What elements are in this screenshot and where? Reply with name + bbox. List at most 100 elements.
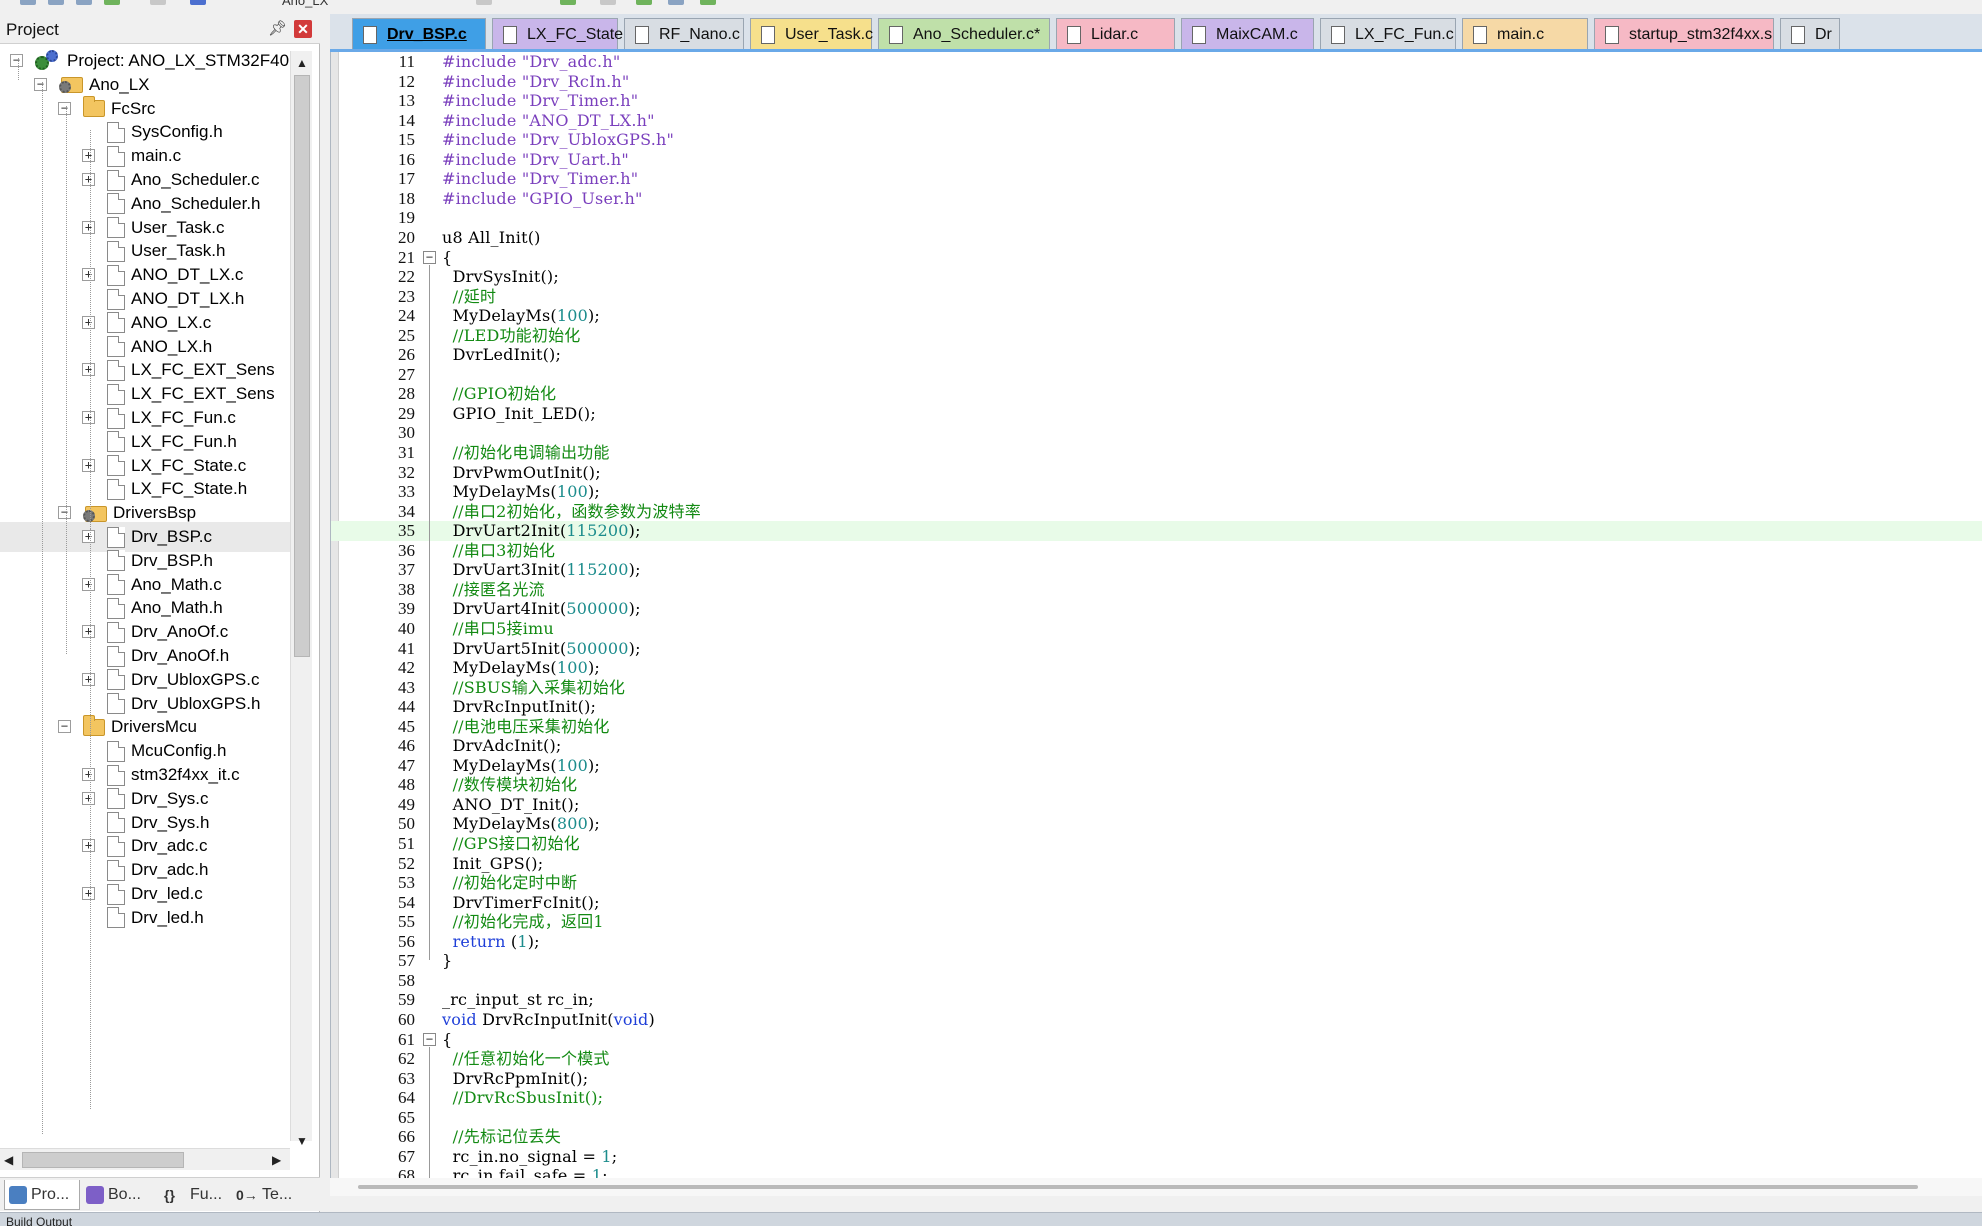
code-line[interactable]: 54 DrvTimerFcInit(); — [331, 893, 1982, 913]
editor-tab[interactable]: Drv_BSP.c — [352, 18, 486, 49]
code-line[interactable]: 17 #include "Drv_Timer.h" — [331, 169, 1982, 189]
expand-icon[interactable]: + — [82, 149, 95, 163]
code-line[interactable]: 47 MyDelayMs(100); — [331, 756, 1982, 776]
editor-tab[interactable]: RF_Nano.c — [624, 18, 744, 49]
toolbar-icon[interactable] — [668, 0, 684, 5]
code-line[interactable]: 18 #include "GPIO_User.h" — [331, 189, 1982, 209]
toolbar-icon[interactable] — [104, 0, 120, 5]
scroll-down-icon[interactable]: ▼ — [294, 1133, 310, 1149]
code-line[interactable]: 15 #include "Drv_UbloxGPS.h" — [331, 130, 1982, 150]
code-line[interactable]: 66 //先标记位丢失 — [331, 1127, 1982, 1147]
code-line[interactable]: 64 //DrvRcSbusInit(); — [331, 1088, 1982, 1108]
code-line[interactable]: 52 Init_GPS(); — [331, 854, 1982, 874]
scroll-left-icon[interactable]: ◀ — [4, 1152, 18, 1168]
editor-tab[interactable]: startup_stm32f4xx.s — [1594, 18, 1774, 49]
code-line[interactable]: 23 //延时 — [331, 287, 1982, 307]
code-line[interactable]: 62 //任意初始化一个模式 — [331, 1049, 1982, 1069]
expand-icon[interactable]: + — [82, 530, 95, 543]
expand-icon[interactable]: + — [82, 839, 95, 853]
collapse-icon[interactable]: − — [10, 54, 23, 67]
code-line[interactable]: 49 ANO_DT_Init(); — [331, 795, 1982, 815]
code-line[interactable]: 51 //GPS接口初始化 — [331, 834, 1982, 854]
code-line[interactable]: 53 //初始化定时中断 — [331, 873, 1982, 893]
code-line[interactable]: 61−{ — [331, 1030, 1982, 1050]
code-line[interactable]: 43 //SBUS输入采集初始化 — [331, 678, 1982, 698]
expand-icon[interactable]: + — [82, 411, 95, 424]
pane-tab-templates[interactable]: 0→ Te... — [232, 1180, 302, 1210]
toolbar-icon[interactable] — [48, 0, 64, 5]
pin-icon[interactable]: 📌︎ — [268, 20, 287, 38]
code-line[interactable]: 14 #include "ANO_DT_LX.h" — [331, 111, 1982, 131]
scroll-thumb[interactable] — [294, 75, 310, 657]
editor-tab[interactable]: LX_FC_Fun.c — [1320, 18, 1456, 49]
toolbar-icon[interactable] — [700, 0, 716, 5]
code-line[interactable]: 33 MyDelayMs(100); — [331, 482, 1982, 502]
editor-tab[interactable]: Ano_Scheduler.c* — [878, 18, 1050, 49]
code-line[interactable]: 20 u8 All_Init() — [331, 228, 1982, 248]
expand-icon[interactable]: + — [82, 887, 95, 900]
expand-icon[interactable]: + — [82, 315, 95, 329]
code-line[interactable]: 12 #include "Drv_RcIn.h" — [331, 72, 1982, 92]
collapse-icon[interactable]: − — [34, 77, 47, 91]
code-line[interactable]: 31 //初始化电调输出功能 — [331, 443, 1982, 463]
tree-file-item[interactable]: Drv_led.h — [0, 903, 290, 933]
editor-tab[interactable]: main.c — [1462, 18, 1588, 49]
expand-icon[interactable]: + — [82, 768, 95, 781]
code-line[interactable]: 63 DrvRcPpmInit(); — [331, 1069, 1982, 1089]
code-line[interactable]: 26 DvrLedInit(); — [331, 345, 1982, 365]
code-line[interactable]: 45 //电池电压采集初始化 — [331, 717, 1982, 737]
code-line[interactable]: 58 — [331, 971, 1982, 991]
editor-tab[interactable]: Lidar.c — [1056, 18, 1175, 49]
code-line[interactable]: 48 //数传模块初始化 — [331, 775, 1982, 795]
toolbar-icon[interactable] — [150, 0, 166, 5]
code-line[interactable]: 27 — [331, 365, 1982, 385]
code-line[interactable]: 34 //串口2初始化，函数参数为波特率 — [331, 502, 1982, 522]
collapse-icon[interactable]: − — [58, 101, 71, 115]
expand-icon[interactable]: + — [82, 363, 95, 377]
toolbar-icon[interactable] — [190, 0, 206, 5]
scroll-thumb[interactable] — [358, 1185, 1918, 1189]
expand-icon[interactable]: + — [82, 625, 95, 639]
code-editor[interactable]: 11 #include "Drv_adc.h" 12 #include "Drv_Rc… — [330, 52, 1982, 1195]
code-line[interactable]: 65 — [331, 1108, 1982, 1128]
toolbar-icon[interactable] — [636, 0, 652, 5]
expand-icon[interactable]: + — [82, 458, 95, 472]
tree-horizontal-scrollbar[interactable]: ◀ ▶ — [0, 1148, 290, 1170]
collapse-icon[interactable]: − — [58, 506, 71, 520]
code-line[interactable]: 16 #include "Drv_Uart.h" — [331, 150, 1982, 170]
toolbar-icon[interactable] — [76, 0, 92, 5]
pane-tab-books[interactable]: Bo... — [82, 1180, 158, 1210]
code-line[interactable]: 19 — [331, 208, 1982, 228]
pane-tab-functions[interactable]: {} Fu... — [160, 1180, 230, 1210]
editor-tab[interactable]: Dr — [1780, 18, 1840, 49]
editor-tab[interactable]: LX_FC_State.c — [492, 18, 636, 49]
code-line[interactable]: 40 //串口5接imu — [331, 619, 1982, 639]
code-line[interactable]: 22 DrvSysInit(); — [331, 267, 1982, 287]
expand-icon[interactable]: + — [82, 577, 95, 591]
code-line[interactable]: 55 //初始化完成，返回1 — [331, 912, 1982, 932]
code-line[interactable]: 37 DrvUart3Init(115200); — [331, 560, 1982, 580]
code-line[interactable]: 13 #include "Drv_Timer.h" — [331, 91, 1982, 111]
code-line[interactable]: 41 DrvUart5Init(500000); — [331, 639, 1982, 659]
toolbar-icon[interactable] — [600, 0, 616, 5]
target-select[interactable]: Ano_LX — [282, 0, 328, 8]
code-line[interactable]: 42 MyDelayMs(100); — [331, 658, 1982, 678]
pane-tab-project[interactable]: Pro... — [4, 1180, 80, 1210]
expand-icon[interactable]: + — [82, 173, 95, 186]
code-line[interactable]: 50 MyDelayMs(800); — [331, 814, 1982, 834]
code-line[interactable]: 11 #include "Drv_adc.h" — [331, 52, 1982, 72]
collapse-icon[interactable]: − — [58, 720, 71, 734]
code-line[interactable]: 39 DrvUart4Init(500000); — [331, 599, 1982, 619]
expand-icon[interactable]: + — [82, 268, 95, 282]
code-line[interactable]: 59 _rc_input_st rc_in; — [331, 990, 1982, 1010]
code-line[interactable]: 24 MyDelayMs(100); — [331, 306, 1982, 326]
expand-icon[interactable]: + — [82, 220, 95, 234]
toolbar-icon[interactable] — [20, 0, 36, 5]
code-line[interactable]: 32 DrvPwmOutInit(); — [331, 463, 1982, 483]
code-line[interactable]: 60 void DrvRcInputInit(void) — [331, 1010, 1982, 1030]
scroll-right-icon[interactable]: ▶ — [272, 1152, 286, 1168]
scroll-thumb[interactable] — [22, 1152, 184, 1168]
code-line[interactable]: 29 GPIO_Init_LED(); — [331, 404, 1982, 424]
toolbar-icon[interactable] — [476, 0, 492, 5]
code-line[interactable]: 21−{ — [331, 248, 1982, 268]
